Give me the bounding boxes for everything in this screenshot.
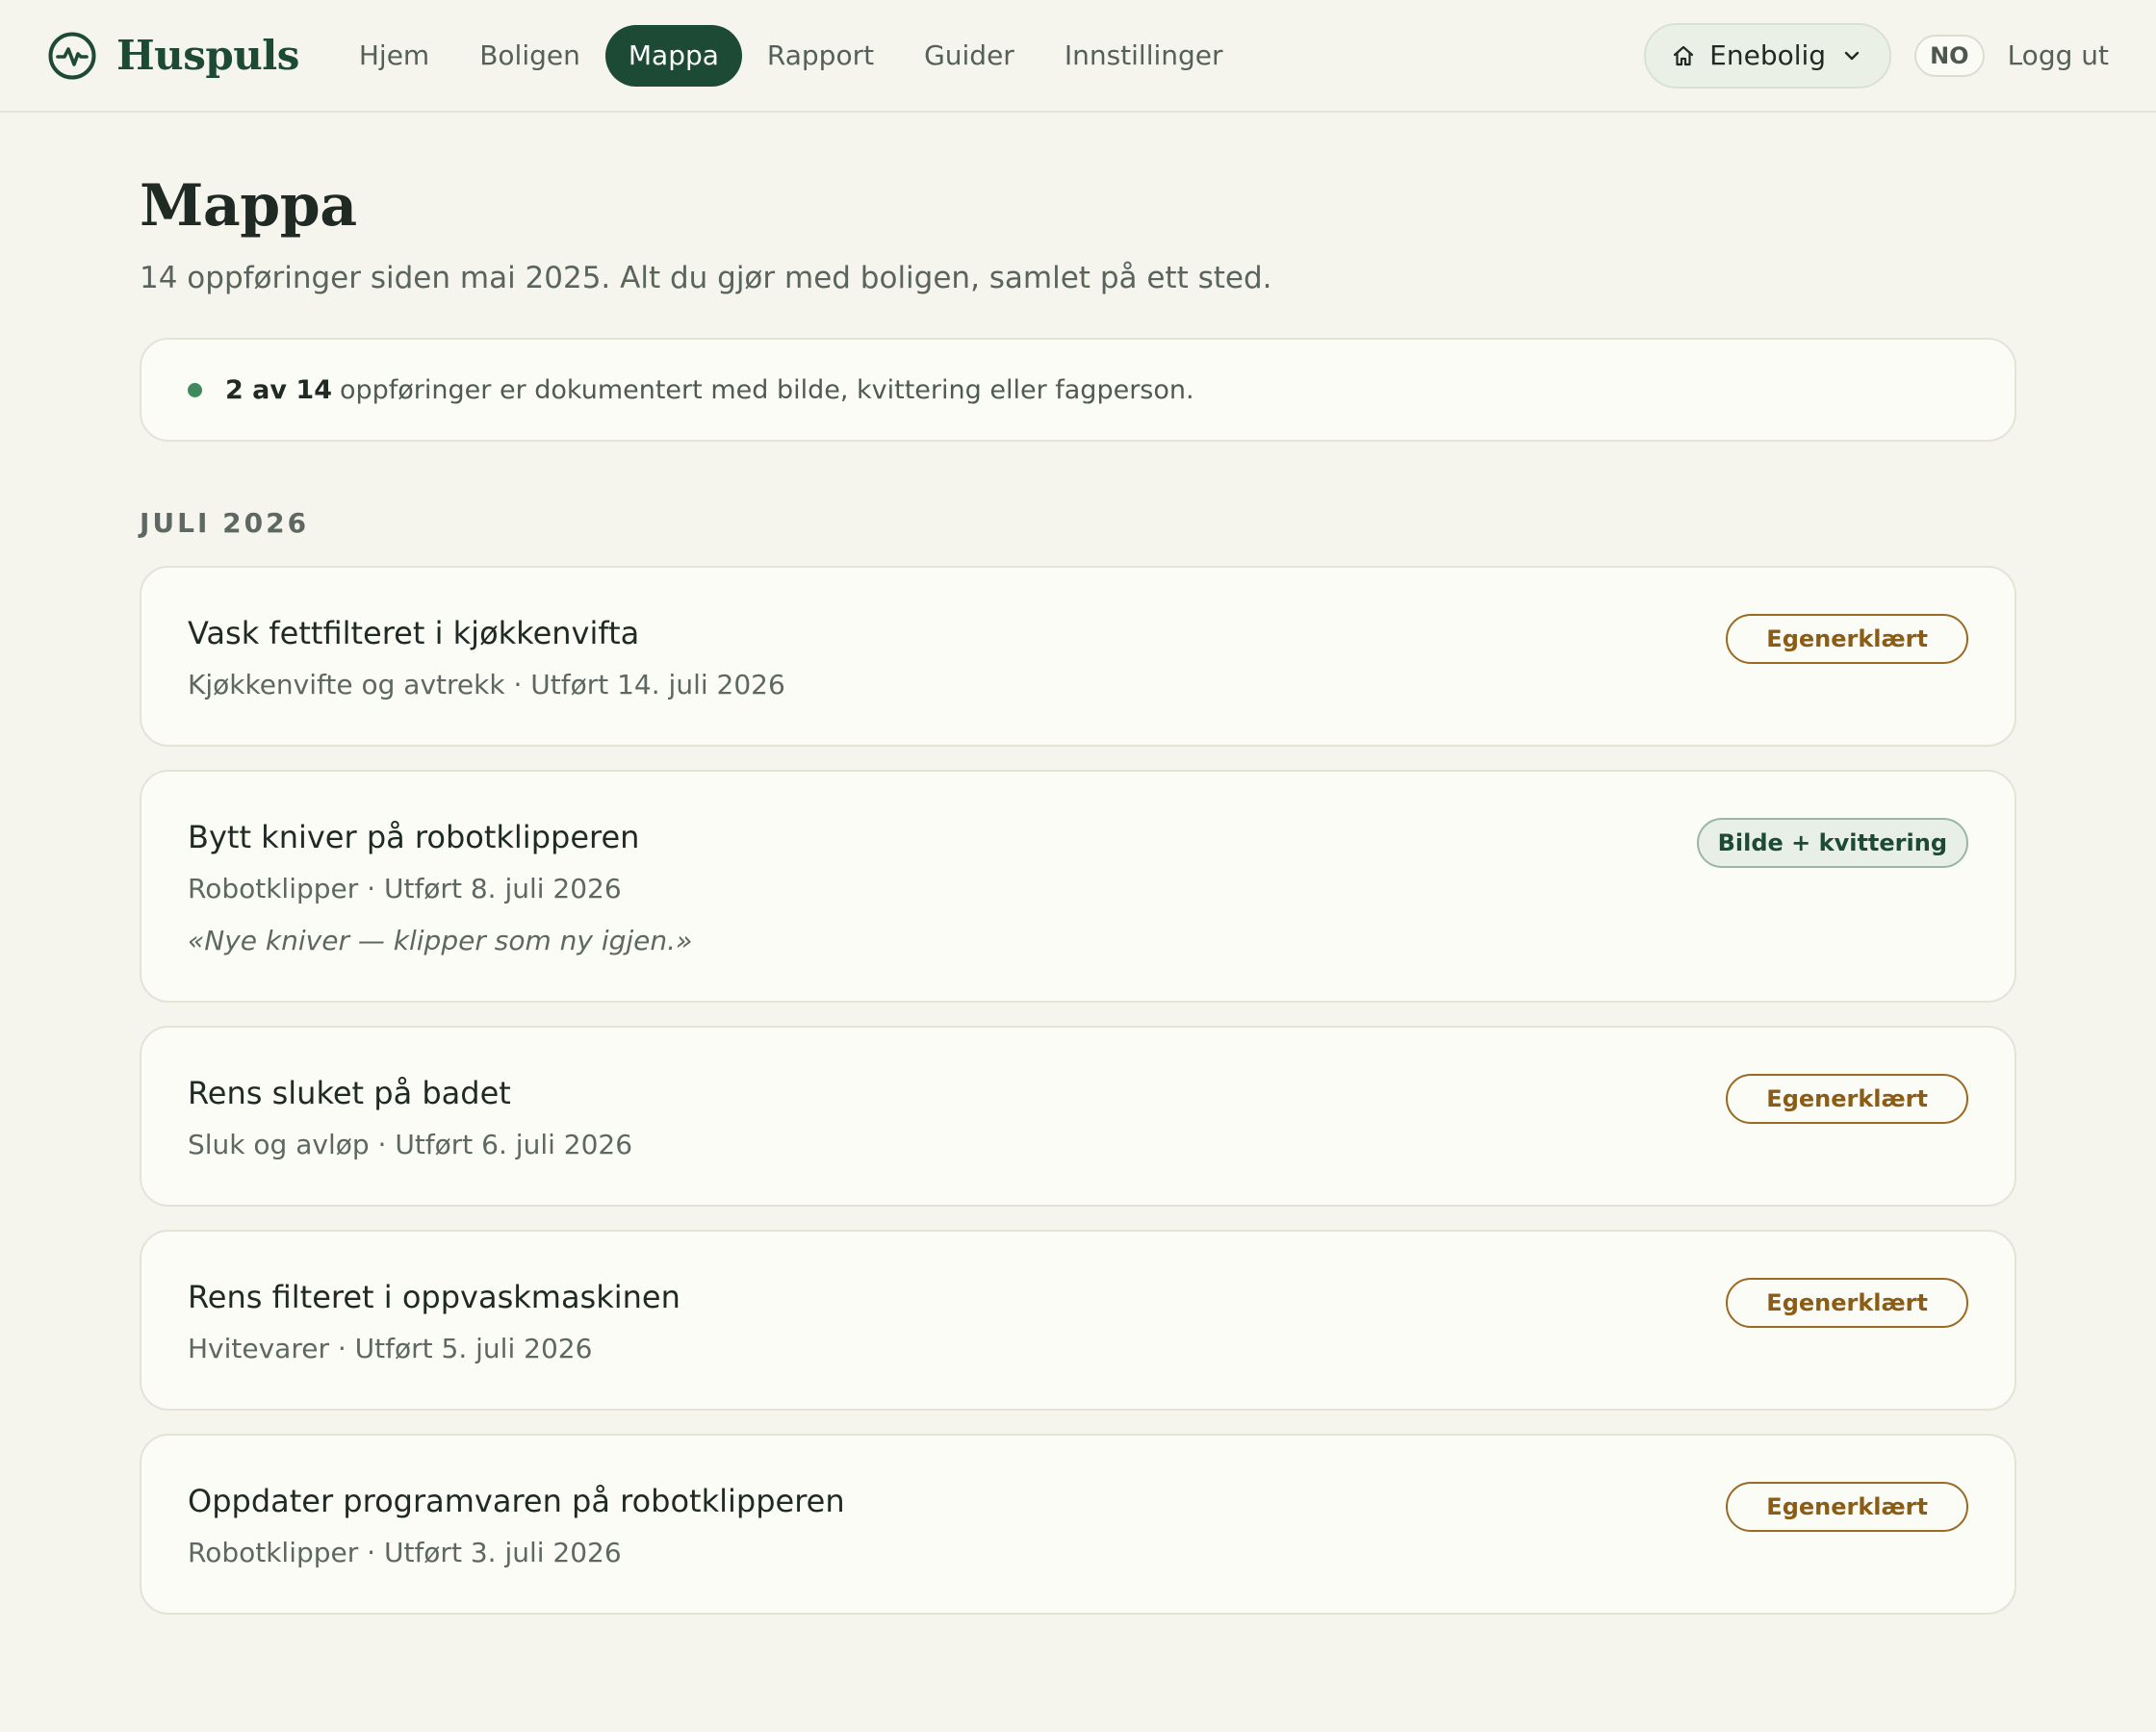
brand-name: Huspuls: [116, 32, 299, 79]
summary-text: oppføringer er dokumentert med bilde, kv…: [339, 374, 1194, 405]
status-badge: Egenerklært: [1726, 1278, 1968, 1328]
house-icon: [1674, 45, 1694, 65]
status-badge: Egenerklært: [1726, 1482, 1968, 1532]
chevron-down-icon: [1844, 51, 1860, 60]
entry-meta: Kjøkkenvifte og avtrekk · Utført 14. jul…: [188, 669, 785, 700]
entry-note: «Nye kniver — klipper som ny igjen.»: [188, 925, 693, 956]
main-nav: Hjem Boligen Mappa Rapport Guider Innsti…: [334, 24, 1248, 87]
language-switch[interactable]: NO: [1914, 34, 1985, 77]
nav-item-boligen[interactable]: Boligen: [454, 25, 605, 87]
page-title: Mappa: [140, 172, 357, 240]
home-selector[interactable]: Enebolig: [1644, 22, 1892, 89]
entry-meta: Robotklipper · Utført 3. juli 2026: [188, 1537, 622, 1568]
nav-item-guider[interactable]: Guider: [899, 25, 1040, 87]
entry-meta: Hvitevarer · Utført 5. juli 2026: [188, 1333, 593, 1364]
status-badge: Bilde + kvittering: [1696, 818, 1968, 868]
brand[interactable]: Huspuls: [47, 31, 299, 81]
entry-title: Vask fettfilteret i kjøkkenvifta: [188, 615, 640, 651]
nav-item-innstillinger[interactable]: Innstillinger: [1040, 25, 1248, 87]
documentation-summary: 2 av 14 oppføringer er dokumentert med b…: [140, 338, 2016, 442]
status-badge: Egenerklært: [1726, 614, 1968, 664]
status-dot: [188, 382, 202, 397]
status-badge: Egenerklært: [1726, 1074, 1968, 1124]
main-content: Mappa 14 oppføringer siden mai 2025. Alt…: [0, 172, 2156, 1615]
entry-title: Rens filteret i oppvaskmaskinen: [188, 1279, 680, 1315]
entry-card[interactable]: Rens sluket på badet Sluk og avløp · Utf…: [140, 1026, 2016, 1207]
entry-title: Rens sluket på badet: [188, 1075, 511, 1111]
pulse-icon: [48, 32, 96, 79]
entry-card[interactable]: Bytt kniver på robotklipperen Robotklipp…: [140, 770, 2016, 1003]
nav-item-mappa[interactable]: Mappa: [604, 24, 742, 87]
nav-item-hjem[interactable]: Hjem: [334, 25, 454, 87]
entry-title: Oppdater programvaren på robotklipperen: [188, 1483, 845, 1519]
month-heading: JULI 2026: [140, 507, 310, 539]
top-bar: Huspuls Hjem Boligen Mappa Rapport Guide…: [0, 0, 2156, 113]
nav-item-rapport[interactable]: Rapport: [742, 25, 899, 87]
summary-count: 2 av 14: [225, 374, 332, 405]
entry-card[interactable]: Oppdater programvaren på robotklipperen …: [140, 1434, 2016, 1615]
entry-card[interactable]: Vask fettfilteret i kjøkkenvifta Kjøkken…: [140, 566, 2016, 747]
page-subtitle: 14 oppføringer siden mai 2025. Alt du gj…: [140, 261, 1272, 295]
home-selector-label: Enebolig: [1709, 39, 1827, 71]
entry-list: Vask fettfilteret i kjøkkenvifta Kjøkken…: [140, 566, 2016, 1615]
entry-meta: Robotklipper · Utført 8. juli 2026: [188, 873, 622, 904]
entry-card[interactable]: Rens filteret i oppvaskmaskinen Hvitevar…: [140, 1230, 2016, 1411]
logout-link[interactable]: Logg ut: [2008, 39, 2109, 71]
entry-meta: Sluk og avløp · Utført 6. juli 2026: [188, 1129, 633, 1160]
